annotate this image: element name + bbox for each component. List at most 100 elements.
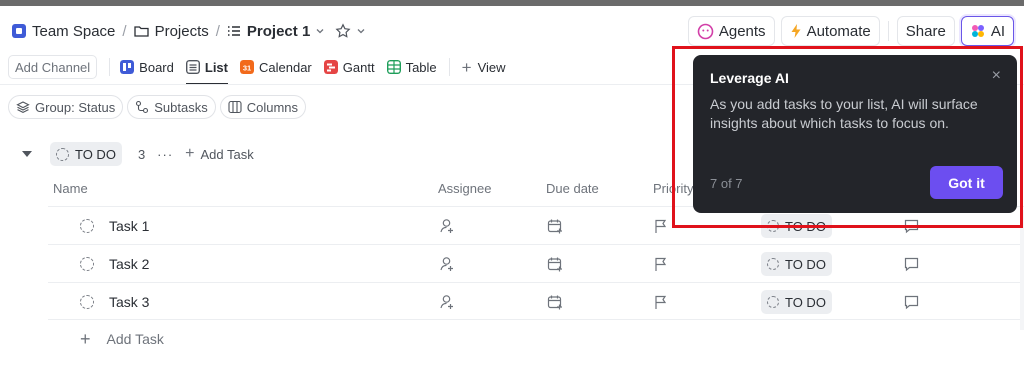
breadcrumb-space[interactable]: Team Space	[32, 23, 115, 40]
automate-label: Automate	[806, 22, 871, 40]
add-task-button[interactable]: + Add Task	[80, 330, 164, 348]
row-status-label: TO DO	[785, 294, 826, 310]
subtasks-chip[interactable]: Subtasks	[127, 95, 216, 119]
todo-status-icon	[767, 296, 779, 308]
status-group-header: TO DO 3 ··· + Add Task	[22, 142, 254, 166]
header: Team Space / Projects / Project 1 Agents…	[12, 16, 1024, 46]
lightning-icon	[791, 24, 801, 38]
breadcrumb-list[interactable]: Project 1	[247, 23, 310, 40]
share-label: Share	[905, 22, 946, 40]
tab-list-label: List	[204, 59, 228, 75]
row-status-label: TO DO	[785, 256, 826, 272]
comment-icon[interactable]	[904, 295, 919, 310]
column-assignee-header[interactable]: Assignee	[438, 181, 491, 196]
breadcrumb: Team Space / Projects / Project 1	[12, 23, 366, 40]
scrollbar-track[interactable]	[1020, 210, 1024, 330]
group-status-label: TO DO	[75, 146, 116, 162]
tab-table[interactable]: Table	[386, 53, 437, 81]
group-add-task-label: Add Task	[200, 146, 254, 162]
add-view-button[interactable]: + View	[462, 53, 506, 81]
table-icon	[386, 60, 401, 74]
more-options-icon[interactable]: ···	[157, 147, 173, 162]
group-task-count: 3	[137, 146, 146, 162]
group-by-status-chip[interactable]: Group: Status	[8, 95, 124, 119]
tab-board[interactable]: Board	[120, 53, 174, 81]
list-icon	[185, 60, 200, 74]
top-window-strip	[0, 0, 1024, 6]
priority-flag-icon[interactable]	[654, 219, 667, 234]
add-task-label: Add Task	[106, 331, 164, 347]
task-name[interactable]: Task 1	[109, 207, 149, 245]
chevron-down-icon[interactable]	[315, 26, 325, 36]
column-due-date-header[interactable]: Due date	[546, 181, 599, 196]
table-row[interactable]: Task 3 TO DO	[48, 282, 1024, 320]
share-button[interactable]: Share	[896, 16, 955, 46]
gantt-icon	[323, 60, 338, 74]
tab-board-label: Board	[139, 59, 174, 75]
agents-button[interactable]: Agents	[687, 16, 775, 46]
automate-button[interactable]: Automate	[780, 16, 880, 46]
subtasks-label: Subtasks	[154, 99, 208, 115]
collapse-caret-icon[interactable]	[22, 151, 32, 157]
tab-table-label: Table	[405, 59, 437, 75]
add-due-date-icon[interactable]	[547, 256, 563, 272]
tab-gantt-label: Gantt	[342, 59, 375, 75]
agents-label: Agents	[718, 22, 766, 40]
task-name[interactable]: Task 3	[109, 283, 149, 321]
plus-icon-3: +	[80, 329, 91, 349]
group-add-task-button[interactable]: + Add Task	[185, 146, 254, 162]
columns-icon	[228, 100, 242, 114]
group-status-badge[interactable]: TO DO	[50, 142, 122, 166]
tab-calendar[interactable]: 31 Calendar	[240, 53, 312, 81]
header-actions: Agents Automate Share AI	[687, 16, 1014, 46]
view-tabs: Add Channel Board List 31 Calendar Gantt…	[8, 53, 518, 85]
task-status-icon[interactable]	[80, 219, 94, 233]
tab-list[interactable]: List	[185, 53, 229, 85]
priority-flag-icon[interactable]	[654, 257, 667, 272]
add-view-label: View	[477, 59, 506, 75]
add-due-date-icon[interactable]	[547, 218, 563, 234]
todo-status-icon	[56, 147, 69, 161]
star-icon[interactable]	[335, 23, 351, 39]
chevron-down-icon-2[interactable]	[356, 26, 366, 36]
close-icon[interactable]: ×	[992, 67, 1001, 85]
task-status-icon[interactable]	[80, 257, 94, 271]
header-divider	[887, 21, 889, 41]
tabs-divider-2	[448, 58, 450, 76]
got-it-button[interactable]: Got it	[930, 166, 1003, 199]
group-by-label: Group: Status	[35, 99, 116, 115]
task-name[interactable]: Task 2	[109, 245, 149, 283]
leverage-ai-tooltip: Leverage AI × As you add tasks to your l…	[693, 55, 1017, 213]
row-status-badge[interactable]: TO DO	[761, 252, 832, 276]
ai-button[interactable]: AI	[960, 16, 1014, 46]
add-assignee-icon[interactable]	[440, 256, 455, 272]
tab-gantt[interactable]: Gantt	[323, 53, 375, 81]
task-status-icon[interactable]	[80, 295, 94, 309]
plus-icon: +	[461, 57, 472, 77]
table-row[interactable]: Task 2 TO DO	[48, 244, 1024, 282]
ai-label: AI	[990, 22, 1005, 40]
filter-chips: Group: Status Subtasks Columns	[8, 95, 306, 119]
ai-sparkle-icon	[971, 25, 984, 37]
columns-chip[interactable]: Columns	[219, 95, 306, 119]
add-assignee-icon[interactable]	[440, 218, 455, 234]
space-icon	[12, 24, 26, 38]
breadcrumb-separator-2: /	[215, 22, 220, 40]
priority-flag-icon[interactable]	[654, 295, 667, 310]
breadcrumb-separator: /	[122, 22, 127, 40]
column-name-header[interactable]: Name	[53, 181, 88, 196]
add-assignee-icon[interactable]	[440, 294, 455, 310]
subtasks-icon	[136, 100, 149, 114]
row-status-badge[interactable]: TO DO	[761, 290, 832, 314]
tooltip-body: As you add tasks to your list, AI will s…	[710, 96, 978, 131]
todo-status-icon	[767, 258, 779, 270]
tooltip-title: Leverage AI	[710, 70, 789, 86]
calendar-icon: 31	[240, 60, 254, 74]
add-channel-button[interactable]: Add Channel	[8, 55, 98, 79]
add-due-date-icon[interactable]	[547, 294, 563, 310]
breadcrumb-folder[interactable]: Projects	[155, 23, 209, 40]
tabs-divider	[109, 58, 111, 76]
list-lines-icon	[227, 26, 240, 36]
comment-icon[interactable]	[904, 257, 919, 272]
svg-text:31: 31	[243, 64, 251, 73]
